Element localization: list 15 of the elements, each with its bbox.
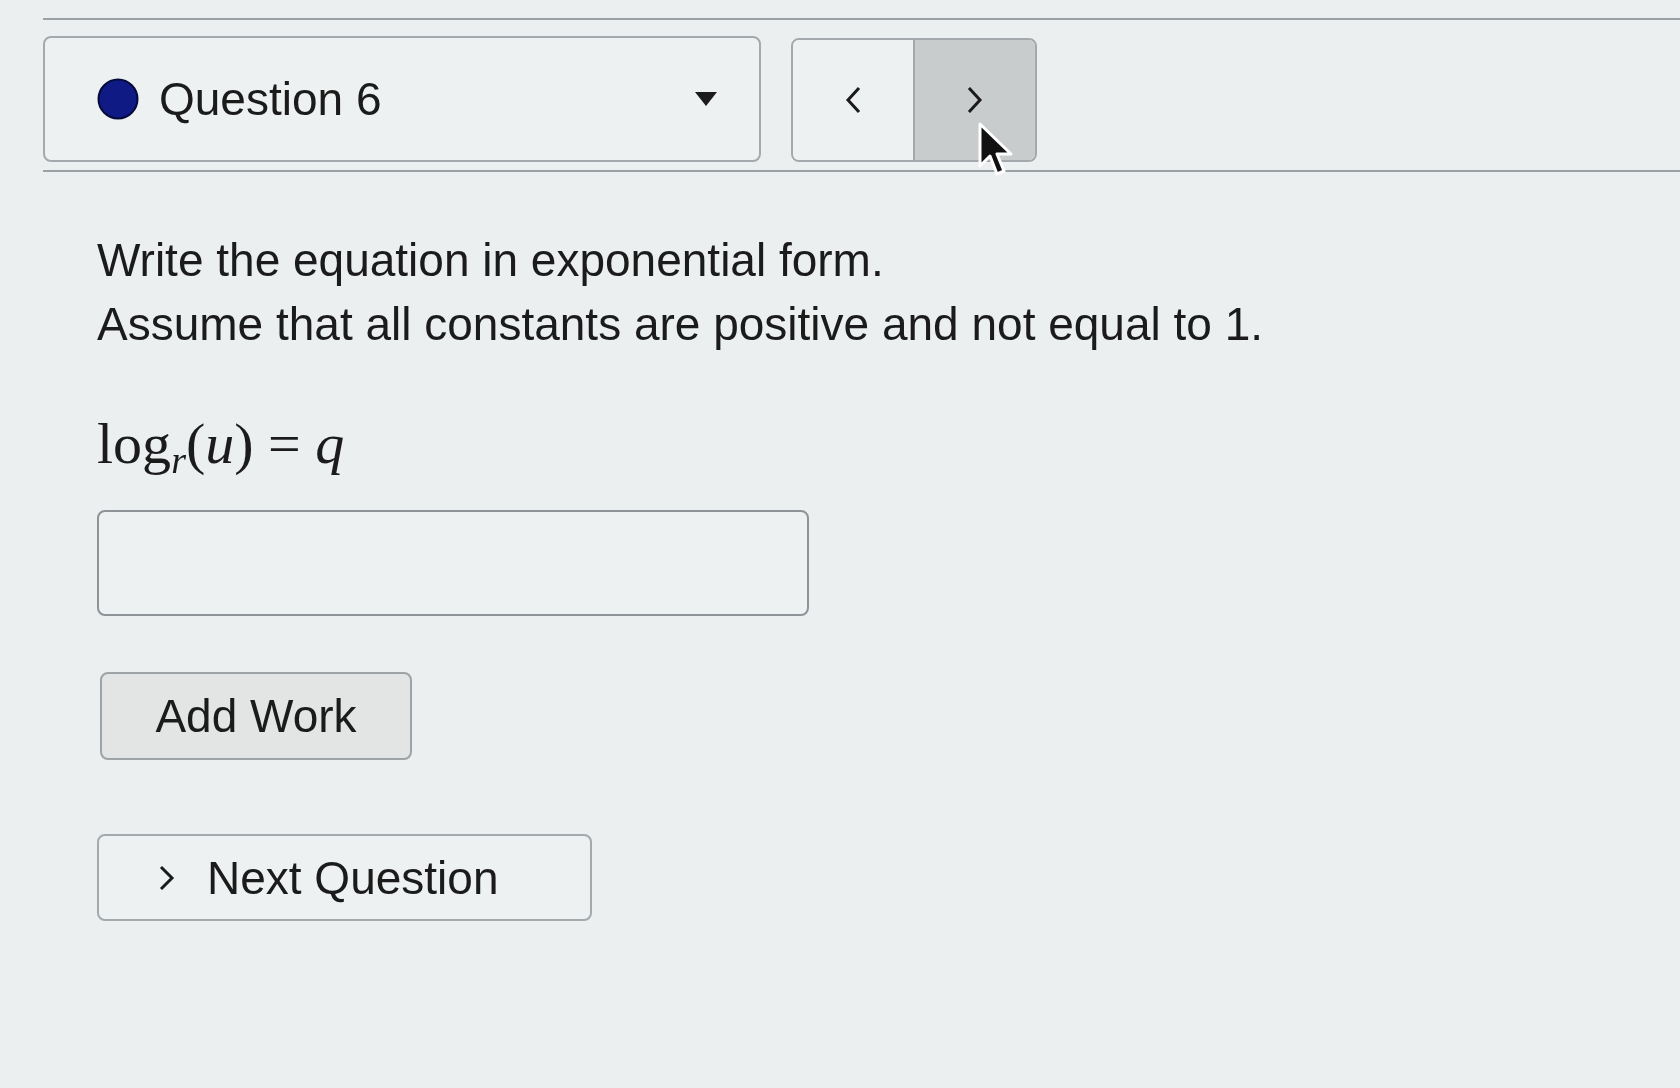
status-dot-icon	[97, 78, 139, 120]
equation: log$_{r}$(u) = q	[97, 410, 345, 480]
question-dropdown[interactable]: Question 6	[43, 36, 761, 162]
caret-down-icon	[695, 92, 717, 106]
next-button[interactable]	[913, 40, 1035, 160]
answer-field[interactable]	[97, 510, 809, 616]
chevron-left-icon	[845, 86, 861, 114]
chevron-right-icon	[159, 864, 175, 891]
next-question-button[interactable]: Next Question	[97, 834, 592, 921]
cursor-icon	[978, 122, 1014, 178]
question-label: Question 6	[159, 76, 382, 122]
chevron-right-icon	[967, 86, 983, 114]
add-work-button[interactable]: Add Work	[100, 672, 412, 760]
question-text: Assume that all constants are positive and not equal to 1.	[97, 297, 1264, 352]
question-text: Write the equation in exponential form.	[97, 233, 884, 288]
